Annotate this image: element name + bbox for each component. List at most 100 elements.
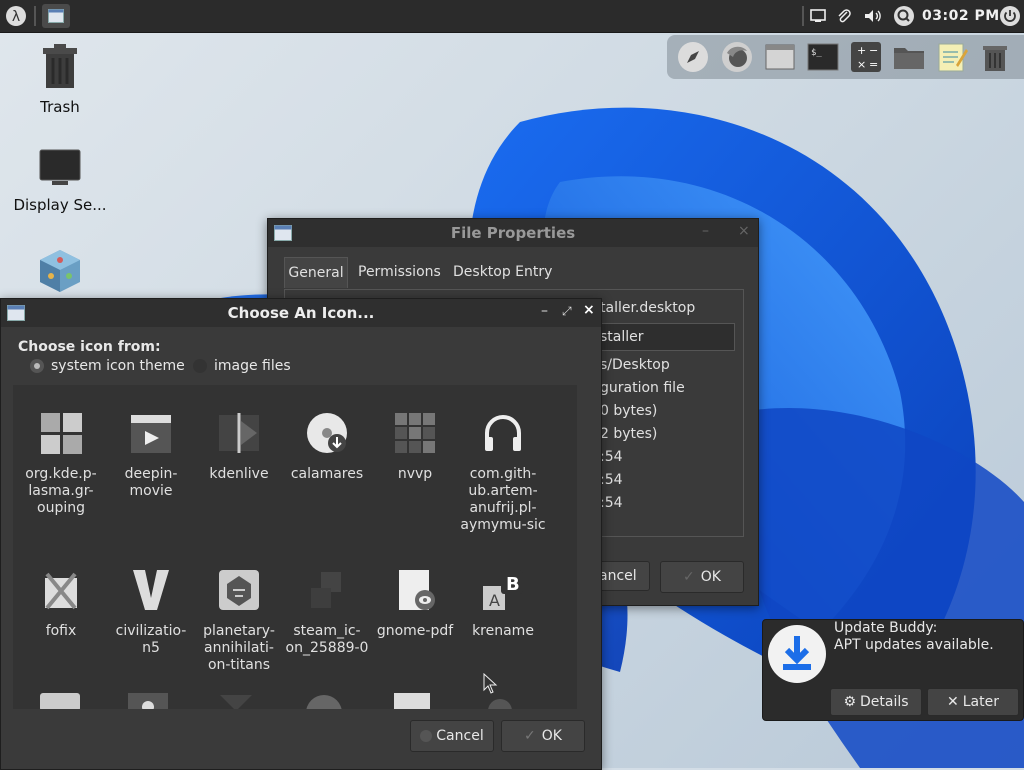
- movie-clapper-icon: [131, 415, 171, 453]
- cube-app-icon: [40, 250, 80, 292]
- partial-icon: [306, 695, 342, 709]
- file-properties-titlebar[interactable]: File Properties – ×: [268, 219, 758, 247]
- clip-tray-button[interactable]: [835, 4, 853, 28]
- icon-cell[interactable]: nvvp: [371, 411, 459, 483]
- icon-cell[interactable]: deepin-movie: [107, 411, 195, 500]
- location-value: s/Desktop: [600, 357, 670, 373]
- tab-permissions[interactable]: Permissions: [358, 257, 441, 287]
- power-button[interactable]: [998, 4, 1022, 28]
- mouse-cursor-icon: [483, 673, 498, 694]
- planetary-annihilation-icon: [219, 570, 259, 610]
- radio-image-files[interactable]: [193, 359, 207, 373]
- partial-icon: [394, 693, 430, 709]
- svg-text:×: ×: [857, 58, 866, 71]
- chooser-cancel-button[interactable]: Cancel: [410, 720, 494, 752]
- notification-later-button[interactable]: ✕ Later: [927, 688, 1019, 716]
- modified-value: :54: [600, 449, 623, 465]
- paperclip-icon: [838, 9, 851, 23]
- partial-icon: [220, 695, 252, 709]
- close-button[interactable]: ×: [583, 302, 595, 318]
- minimize-button[interactable]: –: [702, 223, 709, 239]
- tab-general[interactable]: General: [284, 257, 348, 288]
- panel-separator: [34, 6, 36, 26]
- update-notification: Update Buddy: APT updates available. ⚙ De…: [762, 619, 1024, 721]
- krename-icon: AB: [483, 570, 523, 610]
- minimize-button[interactable]: –: [541, 303, 548, 319]
- file-name-value: taller.desktop: [600, 300, 696, 316]
- rocket-launcher-icon[interactable]: [677, 41, 709, 73]
- close-icon: ✕: [947, 694, 959, 710]
- icon-grid: org.kde.p-lasma.gr-ouping deepin-movie k…: [13, 385, 577, 709]
- changed-value: :54: [600, 495, 623, 511]
- notification-details-button[interactable]: ⚙ Details: [830, 688, 922, 716]
- choose-icon-titlebar[interactable]: Choose An Icon... – ⤢ ×: [1, 299, 601, 327]
- top-panel: λ 03:02 PM: [0, 0, 1024, 33]
- icon-cell[interactable]: planetary-annihilati-on-titans: [195, 568, 283, 674]
- window-app-icon[interactable]: [764, 41, 796, 73]
- screen-icon: [810, 9, 826, 22]
- later-label: Later: [962, 694, 999, 710]
- text-editor-icon[interactable]: [936, 41, 968, 73]
- icon-cell[interactable]: fofix: [17, 568, 105, 640]
- close-button[interactable]: ×: [738, 223, 750, 239]
- desktop-icon-trash[interactable]: Trash: [10, 44, 110, 116]
- icon-cell[interactable]: org.kde.p-lasma.gr-ouping: [17, 411, 105, 517]
- folder-icon[interactable]: [893, 41, 925, 73]
- notification-message: APT updates available.: [834, 637, 994, 653]
- size-value: 0 bytes): [600, 403, 658, 419]
- search-tray-button[interactable]: [892, 4, 916, 28]
- svg-text:A: A: [489, 591, 500, 610]
- chooser-ok-button[interactable]: ✓ OK: [501, 720, 585, 752]
- icon-cell-label: civilizatio-n5: [115, 623, 187, 656]
- check-icon: ✓: [683, 569, 695, 585]
- icon-cell[interactable]: calamares: [283, 411, 371, 483]
- trash-dock-icon[interactable]: [979, 41, 1011, 73]
- name-field-value: staller: [600, 329, 644, 345]
- app-menu-button[interactable]: λ: [4, 4, 28, 28]
- display-icon: [39, 149, 81, 185]
- firefox-icon[interactable]: [721, 41, 753, 73]
- desktop-icon-display-settings[interactable]: Display Se...: [10, 148, 110, 214]
- taskbar-window-button[interactable]: [42, 4, 70, 28]
- panel-separator: [802, 6, 804, 26]
- power-icon: [1000, 6, 1020, 26]
- chooser-cancel-label: Cancel: [436, 728, 484, 744]
- icon-cell[interactable]: steam_ic-on_25889-0: [283, 568, 371, 657]
- maximize-button[interactable]: ⤢: [562, 304, 572, 319]
- radio-system-theme[interactable]: [30, 359, 44, 373]
- choose-from-label: Choose icon from:: [18, 339, 161, 355]
- volume-tray-button[interactable]: [862, 4, 884, 28]
- fp-ok-button[interactable]: ✓ OK: [660, 561, 744, 593]
- svg-text:$_: $_: [811, 48, 822, 58]
- check-icon: ✓: [524, 728, 536, 744]
- search-icon: [894, 6, 914, 26]
- gear-icon: ⚙: [843, 694, 856, 710]
- window-icon: [48, 9, 64, 23]
- cancel-icon: [420, 730, 433, 742]
- icon-cell[interactable]: AB krename: [459, 568, 547, 640]
- calculator-icon[interactable]: + −× =: [850, 41, 882, 73]
- clock[interactable]: 03:02 PM: [922, 0, 1000, 32]
- svg-text:=: =: [869, 58, 878, 71]
- tab-desktop-entry[interactable]: Desktop Entry: [453, 257, 552, 287]
- fp-cancel-label: ancel: [599, 568, 637, 584]
- fp-ok-label: OK: [700, 569, 721, 585]
- icon-cell-label: planetary-annihilati-on-titans: [203, 623, 275, 673]
- icon-cell[interactable]: com.gith-ub.artem-anufrij.pl-aymymu-sic: [459, 411, 547, 534]
- display-tray-button[interactable]: [809, 4, 827, 28]
- svg-text:−: −: [869, 44, 878, 57]
- icon-cell[interactable]: kdenlive: [195, 411, 283, 483]
- icon-cell[interactable]: gnome-pdf: [371, 568, 459, 640]
- terminal-icon[interactable]: $_: [807, 41, 839, 73]
- desktop-icon-app[interactable]: [10, 248, 110, 298]
- icon-cell[interactable]: civilizatio-n5: [107, 568, 195, 657]
- kdenlive-icon: [219, 413, 259, 453]
- icon-cell-label: steam_ic-on_25889-0: [285, 623, 369, 656]
- accessed-value: :54: [600, 472, 623, 488]
- desktop-icon-label: Display Se...: [13, 196, 107, 214]
- icon-cell-label: nvvp: [397, 466, 433, 482]
- icon-cell-label: deepin-movie: [124, 466, 178, 499]
- file-properties-title: File Properties: [450, 224, 576, 242]
- headphones-icon: [485, 415, 521, 451]
- icon-cell-label: gnome-pdf: [376, 623, 454, 639]
